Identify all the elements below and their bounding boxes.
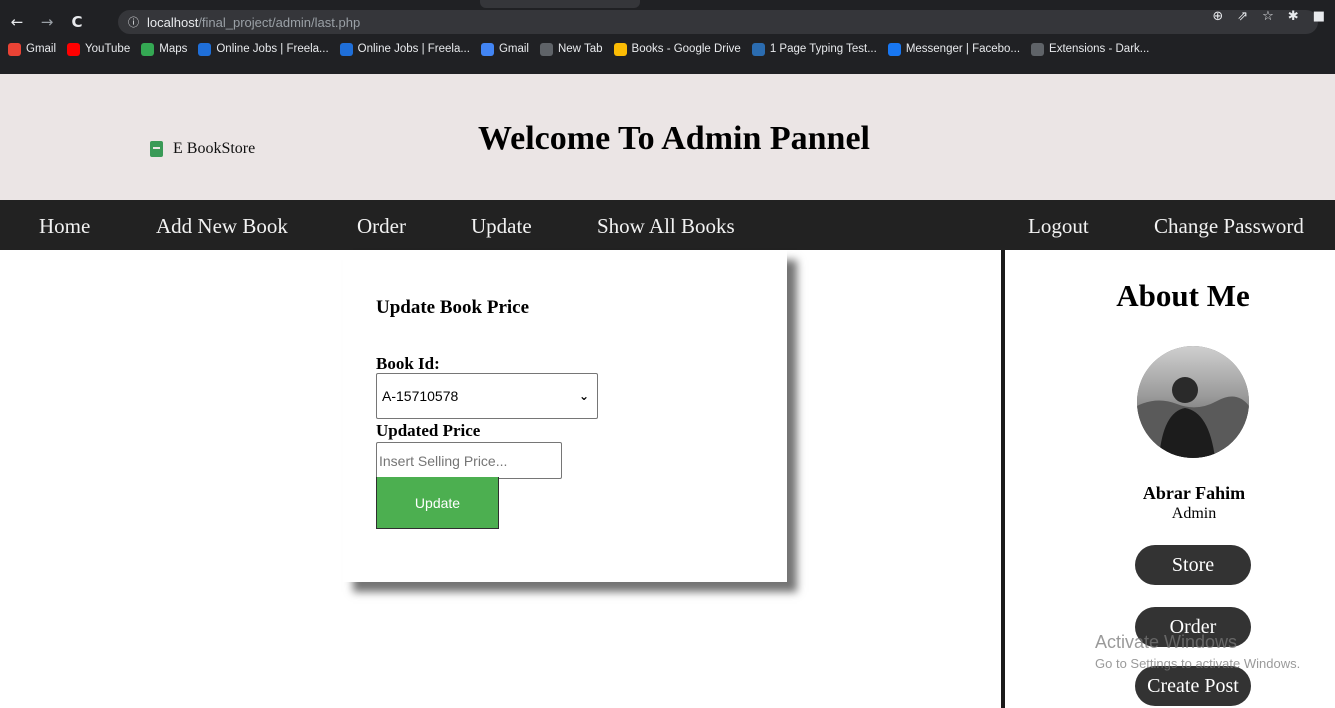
nav-update[interactable]: Update — [471, 214, 532, 239]
nav-add-new-book[interactable]: Add New Book — [156, 214, 288, 239]
facebook-icon — [887, 42, 901, 56]
nav-show-all-books[interactable]: Show All Books — [597, 214, 735, 239]
bookmark-label: Extensions - Dark... — [1049, 43, 1150, 55]
chrome-icon — [539, 42, 553, 56]
book-id-select[interactable]: A-15710578 ⌄ — [376, 373, 598, 419]
forward-arrow-icon[interactable]: → — [36, 13, 58, 31]
drive-icon — [613, 42, 627, 56]
freelancer-icon — [339, 42, 353, 56]
bookmark-item[interactable]: Messenger | Facebo... — [887, 42, 1021, 56]
bookmark-item[interactable]: New Tab — [539, 42, 603, 56]
avatar — [1137, 346, 1249, 458]
zoom-icon[interactable]: ⊕ — [1212, 9, 1223, 24]
form-title: Update Book Price — [376, 297, 530, 318]
chevron-down-icon: ⌄ — [578, 389, 589, 403]
bookmark-label: 1 Page Typing Test... — [769, 43, 877, 55]
profile-name: Abrar Fahim — [1142, 483, 1246, 503]
typing-icon — [751, 42, 765, 56]
back-arrow-icon[interactable]: ← — [6, 13, 28, 31]
maps-icon — [141, 42, 155, 56]
book-id-label: Book Id: — [376, 354, 440, 373]
nav-logout[interactable]: Logout — [1028, 214, 1089, 239]
bookmark-item[interactable]: Gmail — [480, 42, 529, 56]
avatar-photo — [1137, 346, 1249, 458]
bookmark-label: Online Jobs | Freela... — [357, 43, 470, 55]
active-tab-edge — [480, 0, 640, 8]
bookmark-label: New Tab — [557, 43, 603, 55]
nav-home[interactable]: Home — [39, 214, 90, 239]
brand[interactable]: E BookStore — [150, 140, 255, 158]
nav-change-password[interactable]: Change Password — [1154, 214, 1304, 239]
activate-windows-hint: Go to Settings to activate Windows. — [1095, 656, 1301, 671]
google-icon — [480, 42, 494, 56]
update-button[interactable]: Update — [376, 477, 499, 529]
bookmark-item[interactable]: YouTube — [67, 42, 131, 56]
bookmark-star-icon[interactable]: ☆ — [1262, 9, 1274, 24]
bookmark-label: Online Jobs | Freela... — [216, 43, 329, 55]
extensions-puzzle-icon[interactable]: ✱ — [1288, 9, 1299, 24]
bookmark-label: YouTube — [85, 43, 131, 55]
bookmark-label: Gmail — [498, 43, 529, 55]
bookmark-item[interactable]: 1 Page Typing Test... — [751, 42, 877, 56]
nav-order[interactable]: Order — [357, 214, 406, 239]
store-button[interactable]: Store — [1135, 545, 1251, 585]
reload-icon[interactable]: C — [66, 13, 88, 31]
url-path: /final_project/admin/last.php — [198, 14, 361, 30]
bookmark-item[interactable]: Gmail — [8, 42, 57, 56]
page-header: E BookStore Welcome To Admin Pannel — [0, 74, 1335, 200]
address-bar[interactable]: ⓘ localhost/final_project/admin/last.php — [118, 10, 1318, 34]
bookmark-item[interactable]: Online Jobs | Freela... — [198, 42, 329, 56]
bookmarks-bar: Gmail YouTube Maps Online Jobs | Freela... O… — [0, 36, 1335, 62]
bookmark-label: Books - Google Drive — [631, 43, 741, 55]
toolbar-actions: ⊕ ⇗ ☆ ✱ ■ — [1212, 9, 1325, 24]
update-price-panel: Update Book Price Book Id: A-15710578 ⌄ … — [343, 250, 787, 582]
book-id-value: A-15710578 — [382, 388, 459, 404]
book-icon — [150, 141, 163, 157]
gmail-icon — [8, 42, 21, 56]
url-host: localhost — [147, 14, 199, 30]
bookmark-item[interactable]: Books - Google Drive — [613, 42, 741, 56]
bookmark-item[interactable]: Maps — [141, 42, 188, 56]
updated-price-label: Updated Price — [376, 421, 481, 440]
bookmark-label: Maps — [159, 43, 188, 55]
page-title: Welcome To Admin Pannel — [478, 120, 870, 157]
youtube-icon — [67, 42, 81, 56]
create-post-button[interactable]: Create Post — [1135, 666, 1251, 706]
address-row: ← → C ⓘ localhost/final_project/admin/la… — [0, 8, 1335, 36]
brand-name: E BookStore — [173, 140, 256, 157]
puzzle-icon — [1031, 42, 1045, 56]
profile-role: Admin — [1171, 505, 1217, 522]
updated-price-input[interactable] — [376, 442, 562, 479]
main-navbar: Home Add New Book Order Update Show All … — [0, 200, 1335, 250]
site-info-icon[interactable]: ⓘ — [128, 14, 139, 30]
activate-windows-watermark: Activate Windows — [1095, 632, 1238, 652]
bookmark-label: Messenger | Facebo... — [905, 43, 1021, 55]
share-icon[interactable]: ⇗ — [1237, 9, 1248, 24]
freelancer-icon — [198, 42, 212, 56]
about-title: About Me — [1116, 278, 1250, 313]
window-icon[interactable]: ■ — [1313, 9, 1325, 24]
bookmark-item[interactable]: Online Jobs | Freela... — [339, 42, 470, 56]
bookmark-item[interactable]: Extensions - Dark... — [1031, 42, 1150, 56]
bookmark-label: Gmail — [26, 43, 57, 55]
